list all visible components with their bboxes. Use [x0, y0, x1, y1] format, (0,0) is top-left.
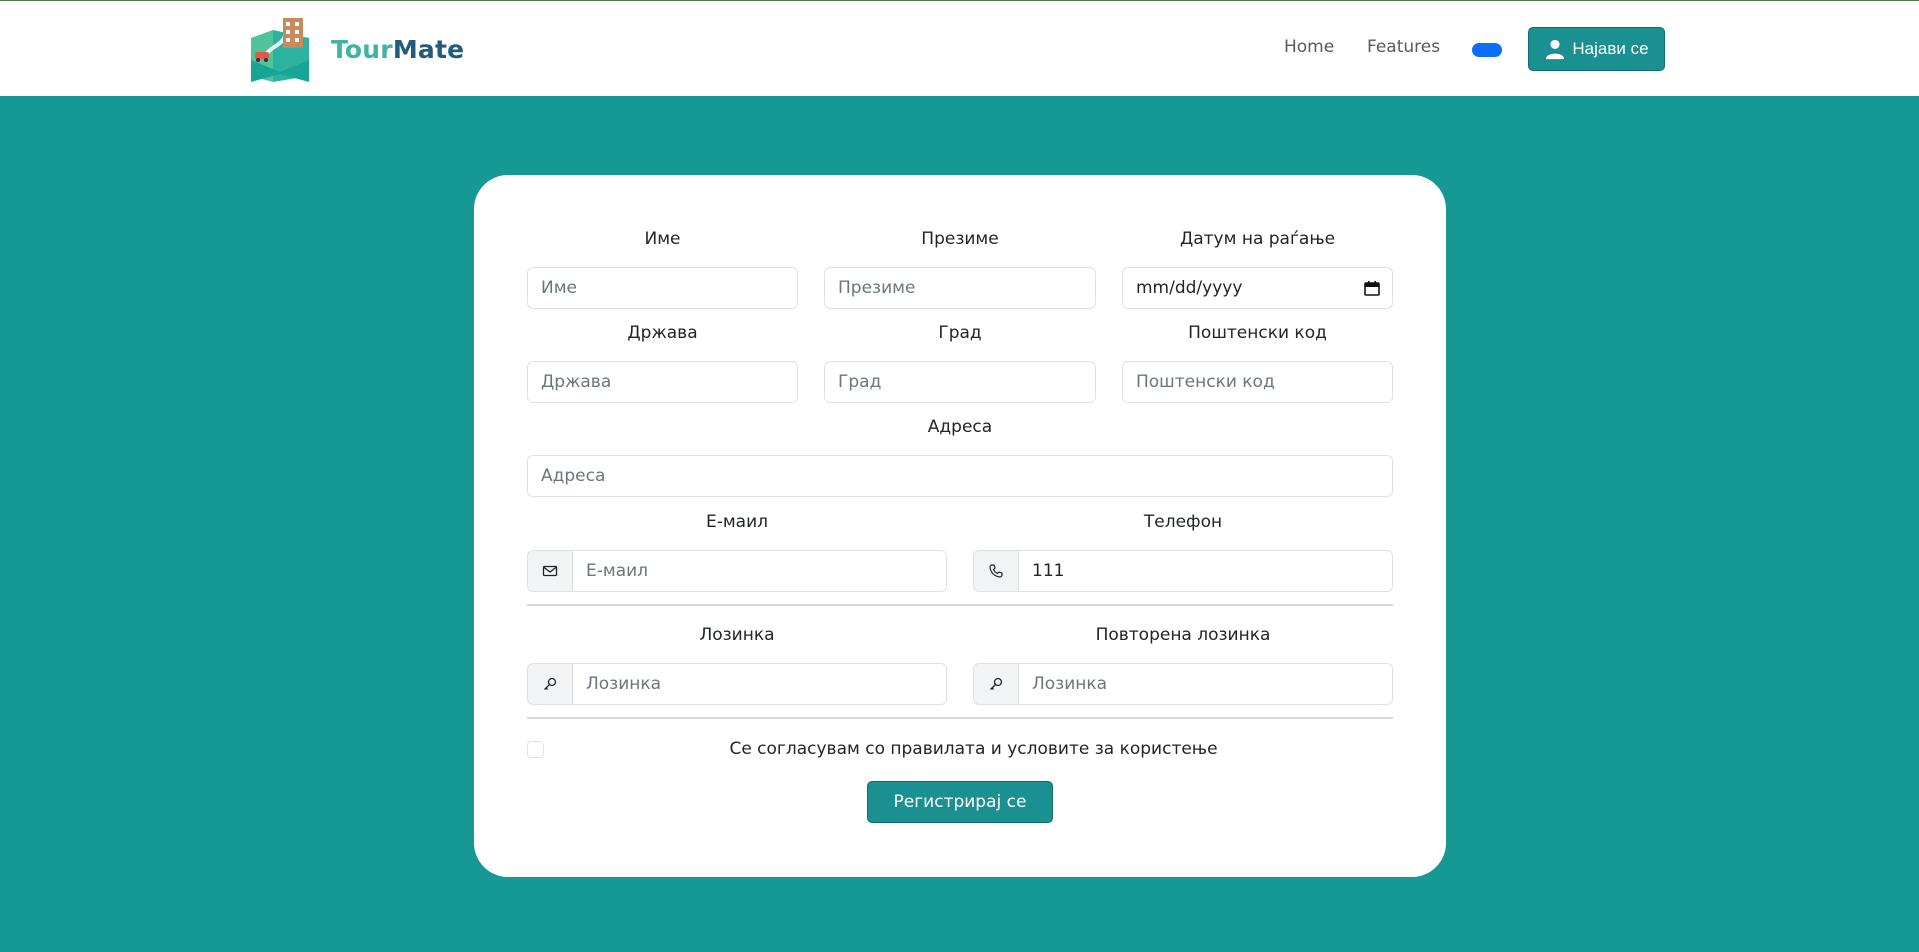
nav-link-features[interactable]: Features [1367, 37, 1440, 57]
calendar-icon[interactable] [1364, 280, 1380, 296]
last-name-label: Презиме [921, 229, 999, 249]
login-button-label: Најави се [1572, 39, 1649, 58]
first-name-field: Име [527, 229, 798, 309]
email-input-group [527, 550, 947, 592]
key-icon [973, 663, 1018, 705]
phone-input-group [973, 550, 1393, 592]
user-icon [1546, 39, 1565, 60]
address-input[interactable] [527, 455, 1393, 497]
email-field: Е-маил [527, 512, 947, 592]
first-name-label: Име [644, 229, 681, 249]
password-label: Лозинка [699, 625, 775, 645]
password-field: Лозинка [527, 625, 947, 705]
phone-label: Телефон [1143, 512, 1223, 532]
city-label: Град [938, 323, 982, 343]
country-input[interactable] [527, 361, 798, 403]
brand-name-first: Tour [331, 34, 393, 64]
postal-code-field: Поштенски код [1122, 323, 1393, 403]
country-label: Држава [627, 323, 698, 343]
key-icon [527, 663, 572, 705]
password-input[interactable] [572, 663, 947, 705]
birth-date-value: mm/dd/yyyy [1136, 278, 1243, 298]
password-repeat-input[interactable] [1018, 663, 1393, 705]
password-repeat-field: Повторена лозинка [973, 625, 1393, 705]
terms-checkbox[interactable] [527, 741, 544, 758]
logo-icon [251, 18, 309, 82]
last-name-input[interactable] [824, 267, 1096, 309]
phone-icon [973, 550, 1018, 592]
postal-code-input[interactable] [1122, 361, 1393, 403]
email-label: Е-маил [705, 512, 769, 532]
phone-input[interactable] [1018, 550, 1393, 592]
birth-date-input[interactable]: mm/dd/yyyy [1122, 267, 1393, 309]
birth-date-label: Датум на раѓање [1179, 229, 1336, 249]
password-input-group [527, 663, 947, 705]
brand-name: TourMate [331, 35, 464, 64]
nav-link-home[interactable]: Home [1284, 37, 1334, 57]
password-repeat-label: Повторена лозинка [1095, 625, 1271, 645]
country-field: Држава [527, 323, 798, 403]
birth-date-field: Датум на раѓање mm/dd/yyyy [1122, 229, 1393, 309]
login-button[interactable]: Најави се [1528, 27, 1665, 71]
brand-name-second: Mate [392, 34, 465, 64]
divider-2 [527, 717, 1393, 719]
phone-field: Телефон [973, 512, 1393, 592]
city-input[interactable] [824, 361, 1096, 403]
terms-label: Се согласувам со правилата и условите за… [729, 739, 1218, 759]
first-name-input[interactable] [527, 267, 798, 309]
divider-1 [527, 604, 1393, 606]
city-field: Град [824, 323, 1096, 403]
password-repeat-input-group [973, 663, 1393, 705]
registration-card: Име Презиме Датум на раѓање mm/dd/yyyy Д… [474, 175, 1446, 877]
email-input[interactable] [572, 550, 947, 592]
address-label: Адреса [927, 417, 993, 437]
navbar: TourMate Home Features Најави се [0, 0, 1919, 96]
last-name-field: Презиме [824, 229, 1096, 309]
envelope-icon [527, 550, 572, 592]
postal-code-label: Поштенски код [1188, 323, 1327, 343]
register-button[interactable]: Регистрирај се [867, 781, 1053, 823]
address-field: Адреса [527, 417, 1393, 497]
theme-toggle[interactable] [1472, 43, 1502, 57]
brand[interactable]: TourMate [251, 16, 464, 82]
